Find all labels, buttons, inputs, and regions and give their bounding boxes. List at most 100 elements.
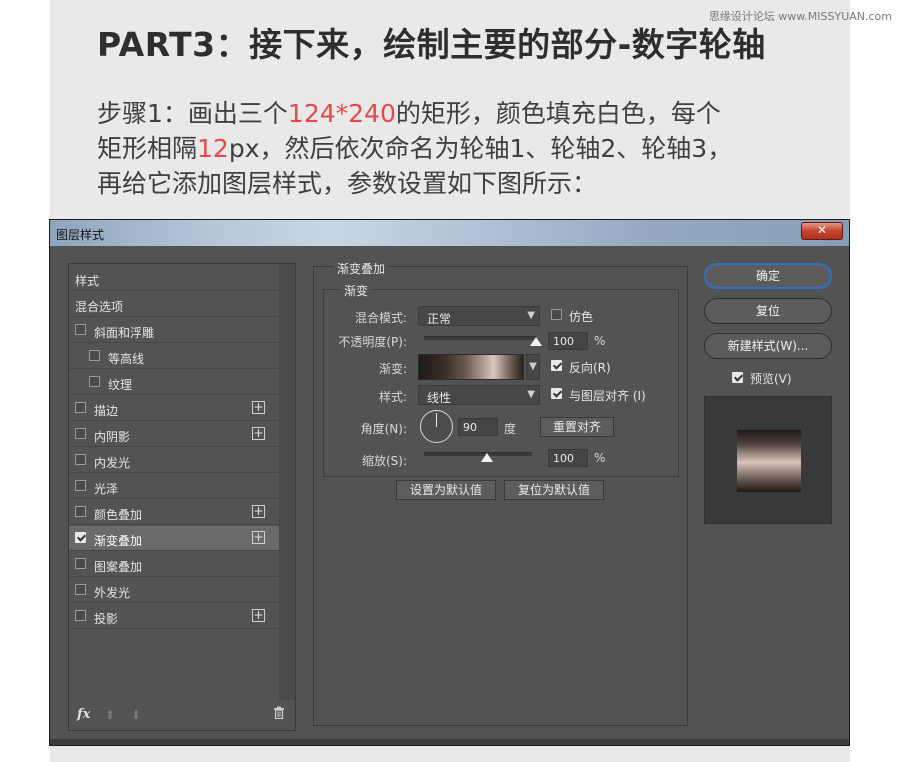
dither-checkbox[interactable]	[551, 309, 562, 320]
style-list-label: 颜色叠加	[94, 508, 143, 522]
style-list-item[interactable]: 内发光	[69, 448, 279, 473]
style-list-checkbox[interactable]	[75, 506, 86, 517]
gradient-group-title: 渐变	[341, 282, 372, 299]
move-up-icon[interactable]: ⬆	[105, 708, 115, 722]
reverse-label: 反向(R)	[569, 361, 611, 375]
style-list-item[interactable]: 样式	[69, 266, 279, 291]
opacity-slider-track[interactable]	[424, 336, 536, 340]
style-list-checkbox[interactable]	[75, 454, 86, 465]
reset-alignment-button[interactable]: 重置对齐	[540, 417, 614, 437]
ok-button[interactable]: 确定	[704, 263, 832, 289]
reverse-checkbox[interactable]	[551, 360, 562, 371]
style-list-checkbox[interactable]	[75, 480, 86, 491]
style-preview	[704, 396, 832, 524]
gradient-dropdown[interactable]: ▼	[526, 354, 540, 380]
gradient-swatch[interactable]	[418, 354, 524, 380]
highlight-dimensions: 124*240	[287, 99, 396, 128]
preview-checkbox[interactable]	[732, 372, 743, 383]
chevron-down-icon: ▼	[527, 389, 535, 400]
reset-default-button[interactable]: 复位为默认值	[504, 480, 604, 500]
style-list-checkbox[interactable]	[75, 428, 86, 439]
style-list-checkbox[interactable]	[75, 402, 86, 413]
gradient-style-select[interactable]: 线性 ▼	[418, 385, 540, 405]
styles-list-footer: fx ⬆ ⬇	[69, 700, 295, 730]
opacity-input[interactable]: 100	[548, 332, 588, 350]
page-heading: PART3：接下来，绘制主要的部分-数字轮轴	[97, 25, 766, 64]
style-list-checkbox[interactable]	[75, 610, 86, 621]
style-list-label: 内发光	[94, 456, 131, 470]
make-default-button[interactable]: 设置为默认值	[396, 480, 496, 500]
preview-label: 预览(V)	[750, 372, 792, 386]
dialog-titlebar[interactable]: 图层样式 ✕	[50, 220, 849, 246]
blend-mode-select[interactable]: 正常 ▼	[418, 306, 540, 326]
style-list-label: 外发光	[94, 586, 131, 600]
style-list-label: 等高线	[108, 352, 145, 366]
fx-icon[interactable]: fx	[77, 707, 90, 722]
style-list-label: 样式	[75, 274, 100, 288]
style-list-label: 渐变叠加	[94, 534, 143, 548]
opacity-label: 不透明度(P):	[338, 335, 407, 349]
blend-mode-label: 混合模式:	[354, 311, 407, 325]
list-scrollbar[interactable]	[279, 264, 295, 700]
gradient-style-value: 线性	[427, 391, 452, 405]
style-list-item[interactable]: 斜面和浮雕	[69, 318, 279, 343]
trash-icon[interactable]	[273, 706, 285, 723]
blend-mode-value: 正常	[427, 312, 452, 326]
angle-input[interactable]: 90	[458, 418, 498, 436]
style-label: 样式:	[378, 390, 407, 404]
dialog-title: 图层样式	[56, 228, 105, 242]
style-list-item[interactable]: 光泽	[69, 474, 279, 499]
style-list-checkbox[interactable]	[89, 376, 100, 387]
style-list-item[interactable]: 等高线	[69, 344, 279, 369]
style-list-item[interactable]: 混合选项	[69, 292, 279, 317]
gradient-group: 渐变 混合模式: 正常 ▼ 仿色 不透明度(P): 100 % 渐变: ▼ 反向…	[323, 282, 679, 477]
scale-value: 100	[553, 452, 574, 465]
dither-label: 仿色	[569, 310, 594, 324]
angle-value: 90	[463, 421, 477, 434]
opacity-value: 100	[553, 335, 574, 348]
scale-unit: %	[594, 451, 606, 465]
align-with-layer-checkbox[interactable]	[551, 388, 562, 399]
angle-unit: 度	[504, 422, 517, 436]
style-list-item[interactable]: 外发光	[69, 578, 279, 603]
preview-swatch	[737, 430, 801, 492]
style-list-item[interactable]: 纹理	[69, 370, 279, 395]
style-list-item[interactable]: 描边 +	[69, 396, 279, 421]
add-effect-plus-icon[interactable]: +	[252, 427, 265, 440]
style-list-label: 内阴影	[94, 430, 131, 444]
move-down-icon[interactable]: ⬇	[131, 708, 141, 722]
style-list-item[interactable]: 内阴影 +	[69, 422, 279, 447]
new-style-button[interactable]: 新建样式(W)...	[704, 333, 832, 359]
gradient-overlay-panel: 渐变叠加 渐变 混合模式: 正常 ▼ 仿色 不透明度(P): 100 % 渐变:…	[313, 260, 688, 726]
chevron-down-icon: ▼	[529, 361, 537, 372]
style-list-checkbox[interactable]	[89, 350, 100, 361]
close-button[interactable]: ✕	[801, 222, 843, 240]
angle-label: 角度(N):	[360, 422, 407, 436]
style-list-checkbox[interactable]	[75, 532, 86, 543]
step-description: 步骤1：画出三个124*240的矩形，颜色填充白色，每个 矩形相隔12px，然后…	[97, 96, 817, 201]
trash-icon-shape	[274, 706, 284, 720]
style-list-checkbox[interactable]	[75, 558, 86, 569]
add-effect-plus-icon[interactable]: +	[252, 531, 265, 544]
style-list-item[interactable]: 投影 +	[69, 604, 279, 629]
opacity-slider-thumb[interactable]	[530, 337, 542, 346]
scale-slider-track[interactable]	[424, 452, 532, 456]
style-list-label: 描边	[94, 404, 119, 418]
scale-slider-thumb[interactable]	[480, 453, 493, 462]
style-list-item[interactable]: 渐变叠加 +	[69, 526, 279, 551]
add-effect-plus-icon[interactable]: +	[252, 401, 265, 414]
style-list-label: 混合选项	[75, 300, 124, 314]
style-list-checkbox[interactable]	[75, 584, 86, 595]
reset-button[interactable]: 复位	[704, 298, 832, 324]
angle-dial[interactable]	[420, 410, 453, 443]
style-list-item[interactable]: 颜色叠加 +	[69, 500, 279, 525]
style-list-item[interactable]: 图案叠加	[69, 552, 279, 577]
chevron-down-icon: ▼	[527, 310, 535, 321]
add-effect-plus-icon[interactable]: +	[252, 505, 265, 518]
step-text-part: px，然后依次命名为轮轴1、轮轴2、轮轴3，	[228, 134, 733, 163]
layer-style-dialog: 图层样式 ✕ 样式混合选项斜面和浮雕等高线纹理描边 + 内阴影 + 内发光光泽颜色叠加 +…	[49, 219, 850, 746]
highlight-spacing: 12	[197, 134, 229, 163]
style-list-checkbox[interactable]	[75, 324, 86, 335]
add-effect-plus-icon[interactable]: +	[252, 609, 265, 622]
scale-input[interactable]: 100	[548, 449, 588, 467]
